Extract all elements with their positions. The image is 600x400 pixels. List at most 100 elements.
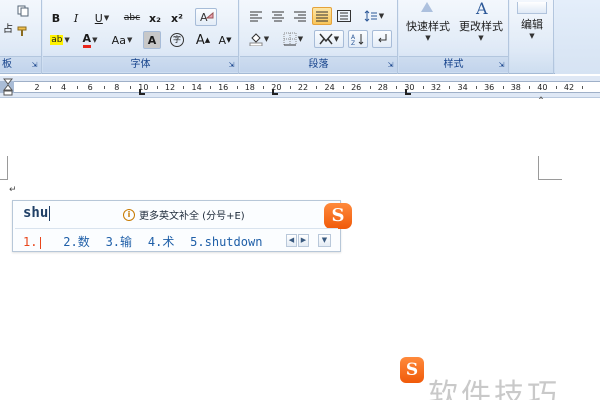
next-page-button[interactable]: ▶ <box>298 234 309 247</box>
ruler-tick <box>263 86 265 89</box>
ribbon-empty-area <box>555 0 600 74</box>
change-styles-icon: A <box>475 2 488 16</box>
chevron-down-icon: ▼ <box>126 36 133 44</box>
ruler-tick <box>529 86 531 89</box>
ime-english-completion-hint[interactable]: i 更多英文补全 (分号+E) <box>123 207 245 222</box>
underline-label: U <box>94 11 103 25</box>
candidate-3[interactable]: 3.输 <box>106 233 132 250</box>
candidate-index: 1. <box>23 235 38 249</box>
align-center-icon <box>272 11 284 22</box>
chevron-down-icon: ▼ <box>378 12 385 20</box>
styles-dialog-launcher[interactable]: ⇲ <box>497 61 506 70</box>
quick-styles-button[interactable]: 快速样式 ▼ <box>403 2 453 52</box>
distributed-icon <box>337 10 351 22</box>
grow-arrow-icon: ▲ <box>204 36 211 44</box>
chevron-down-icon: ▼ <box>64 36 70 44</box>
chevron-down-icon: ▼ <box>263 35 270 43</box>
horizontal-ruler[interactable]: 2 4 6 8 10 12 14 16 18 20 22 24 26 28 30 32 34 36 38 40 42 <box>0 76 600 103</box>
ruler-number: 6 <box>87 83 93 92</box>
distributed-button[interactable] <box>334 7 354 25</box>
grow-font-button[interactable]: A ▲ <box>193 31 213 49</box>
borders-button[interactable]: ▼ <box>278 30 308 48</box>
superscript-button[interactable]: x² <box>167 9 187 27</box>
ruler-tick <box>396 86 398 89</box>
indent-marker-icon[interactable] <box>2 78 14 96</box>
show-marks-button[interactable] <box>372 30 392 48</box>
editing-button[interactable]: 编辑 ▼ <box>512 2 552 52</box>
ime-hint-text: 更多英文补全 (分号+E) <box>139 211 245 222</box>
ruler-tick <box>369 86 371 89</box>
paragraph-group-title: 段落 <box>240 56 397 72</box>
highlight-button[interactable]: ab ▼ <box>45 31 75 49</box>
align-right-button[interactable] <box>290 7 310 25</box>
candidate-4[interactable]: 4.术 <box>148 233 174 250</box>
candidate-5[interactable]: 5.shutdown <box>190 235 262 249</box>
sort-button[interactable]: AZ <box>348 30 368 48</box>
prev-arrow-icon: ◀ <box>288 236 295 244</box>
format-painter-button[interactable] <box>14 22 32 40</box>
chevron-down-icon: ▼ <box>333 35 340 43</box>
svg-text:A: A <box>200 11 208 24</box>
strikethrough-button[interactable]: abc <box>121 9 143 27</box>
ruler-tick <box>76 86 78 89</box>
subscript-button[interactable]: x₂ <box>145 9 165 27</box>
align-center-button[interactable] <box>268 7 288 25</box>
quick-styles-label: 快速样式 <box>406 20 450 33</box>
ruler-tick <box>156 86 158 89</box>
align-left-button[interactable] <box>246 7 266 25</box>
highlight-label: ab <box>50 35 64 45</box>
prev-page-button[interactable]: ◀ <box>286 234 297 247</box>
font-color-button[interactable]: A ▼ <box>77 31 103 49</box>
ime-menu-button[interactable]: ▼ <box>318 234 331 247</box>
enter-mark-icon <box>378 34 387 43</box>
font-dialog-launcher[interactable]: ⇲ <box>227 61 236 70</box>
bold-button[interactable]: B <box>47 9 65 27</box>
copy-button[interactable] <box>14 2 32 20</box>
ime-caret <box>49 205 51 221</box>
ruler-number: 42 <box>563 83 575 92</box>
margin-corner-left <box>0 156 8 180</box>
ruler-tick <box>50 86 52 89</box>
justify-button[interactable] <box>312 7 332 25</box>
menu-arrow-icon: ▼ <box>321 236 328 244</box>
line-spacing-icon <box>364 10 377 22</box>
tab-stop-icon[interactable] <box>272 89 278 95</box>
paragraph-group: ▼ ▼ ▼ ▼ AZ 段落 ⇲ <box>240 0 398 74</box>
ruler-number: 38 <box>510 83 521 92</box>
ruler-number: 18 <box>244 83 255 92</box>
right-indent-marker-icon[interactable] <box>535 88 547 103</box>
styles-group: 快速样式 ▼ A 更改样式 ▼ 样式 ⇲ <box>399 0 509 74</box>
underline-button[interactable]: U ▼ <box>89 9 115 27</box>
tab-stop-icon[interactable] <box>139 89 145 95</box>
sogou-logo-icon[interactable]: S <box>324 203 352 229</box>
change-styles-button[interactable]: A 更改样式 ▼ <box>455 2 507 52</box>
change-case-label: Aa <box>111 33 126 47</box>
line-spacing-button[interactable]: ▼ <box>360 7 388 25</box>
chinese-layout-button[interactable]: ▼ <box>314 30 344 48</box>
ribbon: 占 板 ⇲ B I U ▼ abc x₂ x² A ab ▼ A ▼ Aa ▼ … <box>0 0 600 74</box>
italic-button[interactable]: I <box>67 9 85 27</box>
character-shading-button[interactable]: A <box>143 31 161 49</box>
candidate-caret <box>40 236 42 249</box>
ruler-tick <box>555 86 557 89</box>
enclose-characters-button[interactable]: 字 <box>167 31 187 49</box>
align-right-icon <box>294 11 306 22</box>
paint-bucket-icon <box>249 33 263 46</box>
ruler-tick <box>582 86 584 89</box>
shrink-font-button[interactable]: A ▼ <box>215 31 235 49</box>
paragraph-dialog-launcher[interactable]: ⇲ <box>386 61 395 70</box>
shading-button[interactable]: ▼ <box>244 30 274 48</box>
candidate-1[interactable]: 1. <box>23 235 42 249</box>
ruler-number: 24 <box>324 83 335 92</box>
ruler-number: 12 <box>164 83 176 92</box>
clear-format-button[interactable]: A <box>195 8 217 26</box>
sort-icon: AZ <box>351 34 364 46</box>
candidate-2[interactable]: 2.数 <box>63 233 89 250</box>
change-case-button[interactable]: Aa ▼ <box>107 31 137 49</box>
tab-stop-icon[interactable] <box>405 89 411 95</box>
ruler-number: 2 <box>34 83 40 92</box>
candidate-text: 数 <box>77 235 90 249</box>
ruler-number: 26 <box>351 83 362 92</box>
font-color-label: A <box>82 32 92 48</box>
clipboard-dialog-launcher[interactable]: ⇲ <box>30 61 39 70</box>
